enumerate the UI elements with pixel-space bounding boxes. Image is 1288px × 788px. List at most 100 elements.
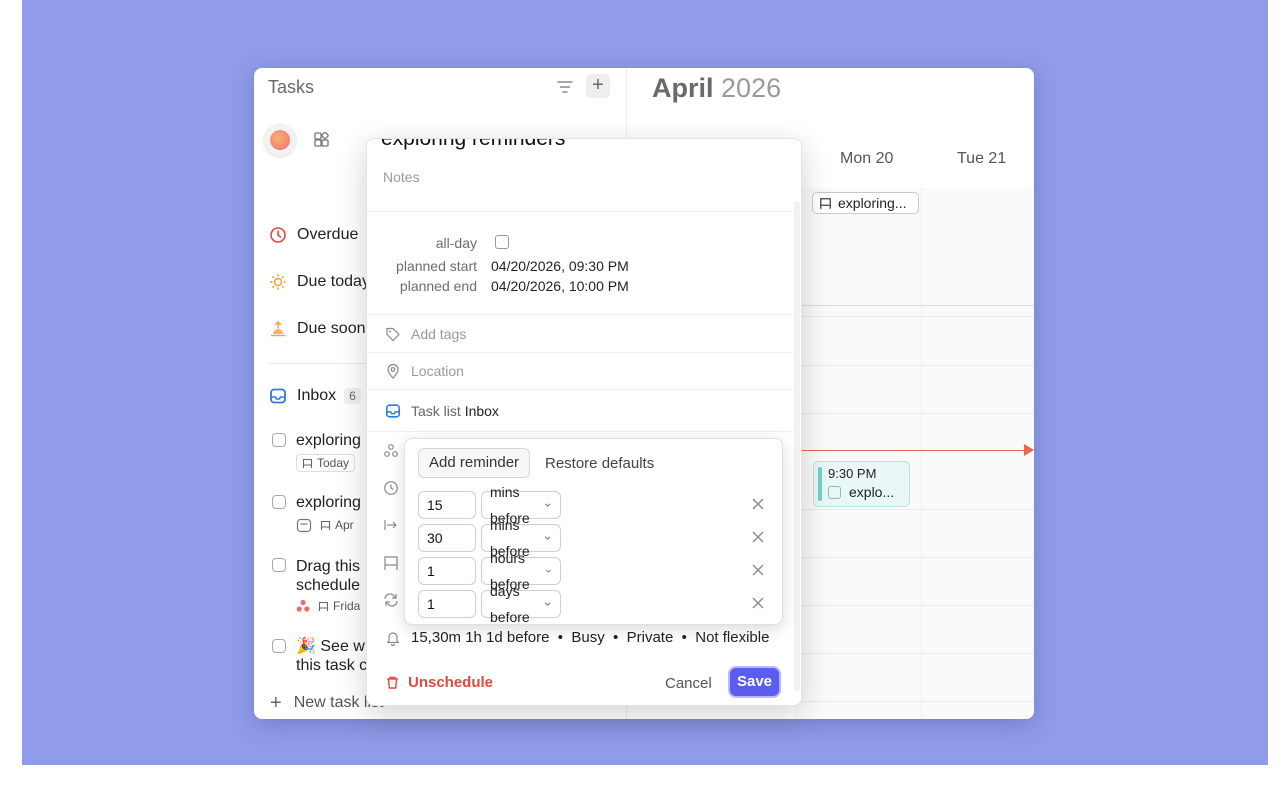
task-title[interactable]: exploring — [296, 432, 361, 450]
event-checkbox[interactable] — [828, 485, 841, 499]
hour-line — [794, 701, 1034, 702]
reminder-amount-input[interactable]: 1 — [418, 590, 476, 618]
hour-line — [794, 653, 1034, 654]
planned-end-value[interactable]: 04/20/2026, 10:00 PM — [491, 278, 629, 294]
flag-icon — [820, 197, 831, 209]
hour-line — [794, 605, 1034, 606]
flag-icon — [320, 520, 331, 530]
day-column-divider — [921, 188, 922, 719]
remove-reminder-icon[interactable] — [751, 530, 765, 544]
scrollbar[interactable] — [794, 201, 800, 691]
reminder-summary[interactable]: 15,30m 1h 1d before • Busy • Private • N… — [385, 629, 769, 646]
duration-icon[interactable] — [383, 517, 399, 533]
sidebar-item-label: Inbox — [297, 387, 337, 404]
task-title[interactable]: 🎉 See w this task c — [296, 637, 367, 675]
task-checkbox[interactable] — [272, 558, 286, 572]
chevron-down-icon — [545, 503, 551, 507]
reminder-panel: Add reminder Restore defaults 15 mins be… — [404, 438, 783, 625]
planned-end-label: planned end — [399, 278, 477, 294]
divider — [367, 314, 795, 315]
save-button[interactable]: Save — [730, 668, 779, 696]
tag-icon — [386, 327, 400, 342]
unschedule-button[interactable]: Unschedule — [385, 674, 493, 691]
reminder-amount-input[interactable]: 30 — [418, 524, 476, 552]
location-pin-icon — [387, 363, 399, 379]
divider — [367, 211, 795, 212]
allday-label: all-day — [435, 235, 477, 251]
repeat-icon[interactable] — [383, 592, 399, 608]
add-reminder-button[interactable]: Add reminder — [418, 448, 531, 478]
planned-start-value[interactable]: 04/20/2026, 09:30 PM — [491, 258, 629, 274]
event-color-bar — [818, 467, 822, 501]
task-date-chip: Today — [296, 454, 356, 474]
task-title[interactable]: exploring — [296, 494, 361, 512]
task-checkbox[interactable] — [272, 433, 286, 447]
widgets-icon[interactable] — [314, 132, 330, 148]
event-title: explo... — [828, 484, 894, 500]
reminder-unit-select[interactable]: days before — [481, 583, 561, 625]
inbox-icon — [270, 388, 286, 404]
task-checkbox[interactable] — [272, 495, 286, 509]
hour-line — [794, 557, 1034, 558]
inbox-icon — [385, 404, 401, 418]
clock-icon[interactable] — [383, 480, 399, 496]
sidebar-item-due-soon[interactable]: Due soon — [269, 320, 366, 338]
calendar-month-title: April 2026 — [652, 73, 782, 103]
sidebar-title: Tasks — [268, 77, 315, 97]
calendar-icon — [296, 518, 312, 533]
restore-defaults-button[interactable]: Restore defaults — [545, 455, 654, 472]
asana-icon — [296, 599, 310, 612]
remove-reminder-icon[interactable] — [751, 497, 765, 511]
sidebar-item-due-today[interactable]: Due today — [269, 273, 370, 291]
day-header-tue[interactable]: Tue 21 — [957, 150, 1006, 168]
reminder-amount-input[interactable]: 1 — [418, 557, 476, 585]
bell-icon — [386, 631, 400, 646]
inbox-count-badge: 6 — [344, 388, 361, 404]
calendar-grid[interactable] — [794, 188, 1034, 719]
allday-event-chip[interactable]: exploring... — [812, 192, 919, 214]
current-time-line — [794, 450, 1024, 451]
task-list-field[interactable]: Task list Inbox — [385, 403, 499, 419]
sidebar-item-label: Due today — [297, 273, 370, 290]
tags-field[interactable]: Add tags — [385, 326, 466, 342]
integrations-icon[interactable] — [383, 443, 399, 459]
sidebar-item-overdue[interactable]: Overdue — [269, 226, 358, 244]
plus-icon: + — [270, 692, 282, 714]
task-checkbox[interactable] — [272, 639, 286, 653]
hour-line — [794, 509, 1034, 510]
allday-checkbox[interactable] — [495, 235, 509, 249]
sidebar-item-label: Overdue — [297, 226, 359, 243]
divider — [367, 352, 795, 353]
remove-reminder-icon[interactable] — [751, 563, 765, 577]
remove-reminder-icon[interactable] — [751, 596, 765, 610]
chevron-down-icon — [545, 602, 551, 606]
task-title-input[interactable]: exploring reminders — [381, 139, 565, 151]
divider — [367, 431, 795, 432]
hour-line — [794, 413, 1034, 414]
hour-line — [794, 316, 1034, 317]
cancel-button[interactable]: Cancel — [665, 675, 712, 692]
task-meta: Apr — [296, 517, 354, 533]
sun-icon — [269, 273, 287, 291]
divider — [367, 389, 795, 390]
reminder-amount-input[interactable]: 15 — [418, 491, 476, 519]
chevron-down-icon — [545, 536, 551, 540]
flag-icon — [318, 601, 329, 611]
task-title[interactable]: Drag this schedule — [296, 557, 360, 595]
avatar[interactable] — [264, 124, 296, 156]
notes-field[interactable]: Notes — [383, 169, 420, 185]
sidebar-item-inbox[interactable]: Inbox 6 — [269, 387, 361, 405]
hour-line — [794, 365, 1034, 366]
trash-icon — [387, 676, 398, 689]
add-task-button[interactable]: + — [586, 74, 610, 98]
filter-icon[interactable] — [556, 79, 574, 95]
sunrise-icon — [271, 321, 285, 337]
day-header-mon[interactable]: Mon 20 — [840, 150, 893, 168]
calendar-event[interactable]: 9:30 PM explo... — [813, 461, 910, 507]
sidebar-item-label: Due soon — [297, 320, 366, 337]
flag-icon[interactable] — [383, 555, 399, 571]
task-meta: Frida — [296, 599, 361, 613]
clock-icon — [270, 227, 286, 243]
allday-divider — [794, 305, 1034, 306]
location-field[interactable]: Location — [385, 363, 464, 379]
